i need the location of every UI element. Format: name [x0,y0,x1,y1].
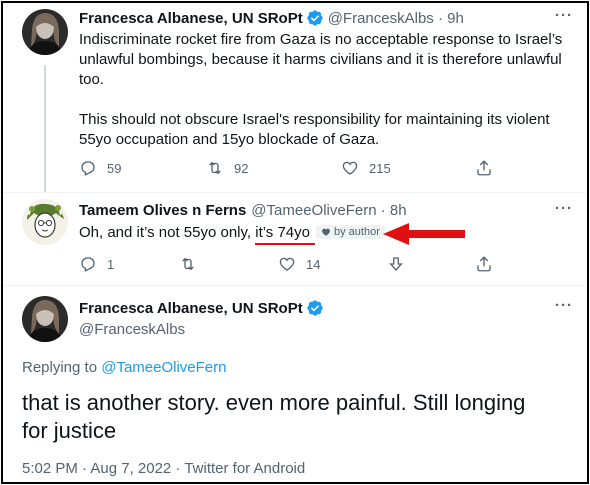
replying-to: Replying to @TameeOliveFern [22,358,227,378]
red-arrow-annotation [383,223,465,245]
tweet1-text-line-4: This should not obscure Israel's respons… [79,111,550,128]
avatar-tameem[interactable] [22,199,68,245]
like-count: 14 [306,256,321,272]
tweet2-actions: 1 14 [3,255,587,275]
tweet3-header: Francesca Albanese, UN SRoPt [79,299,328,317]
tweet3-handle[interactable]: @FranceskAlbs [79,320,185,340]
by-author-badge: by author [316,225,385,239]
more-options-icon[interactable]: ··· [555,7,573,24]
heart-icon [342,161,358,175]
avatar-francesca[interactable] [22,296,68,342]
tweet1-text-line-3: too. [79,71,105,88]
retweet-button[interactable]: 92 [206,159,248,177]
retweet-button[interactable] [179,255,207,273]
tweet1-author-name[interactable]: Francesca Albanese, UN SRoPt [79,10,303,27]
verified-badge-icon [306,9,324,27]
reply-icon [81,257,95,272]
share-button[interactable] [475,255,503,273]
avatar-francesca[interactable] [22,9,68,55]
more-options-icon[interactable]: ··· [555,200,573,217]
reply-count: 59 [107,160,122,176]
share-button[interactable] [475,159,503,177]
like-count: 215 [369,160,391,176]
tweet1-handle[interactable]: @FranceskAlbs · 9h [328,10,464,27]
share-icon [477,256,491,272]
tweet1-text-line-5: 55yo occupation and 15yo blockade of Gaz… [79,131,380,148]
tweet1-text-line-2: unlawful bombings, because it harms civi… [79,51,562,68]
downvote-button[interactable] [387,255,415,273]
tweet3-text-line-1: that is another story. even more painful… [22,390,526,415]
tweet2-author-name[interactable]: Tameem Olives n Ferns [79,202,246,219]
share-icon [477,160,491,176]
down-arrow-icon [389,257,403,272]
retweet-icon [182,257,194,271]
tweet1-header: Francesca Albanese, UN SRoPt @FranceskAl… [79,9,464,27]
tweet2-text: Oh, and it’s not 55yo only, it’s 74yo [79,223,310,243]
tweet2-text-start: Oh, and it’s not 55yo only, [79,224,256,241]
replying-to-prefix: Replying to [22,359,102,376]
reply-button[interactable]: 59 [79,159,121,177]
divider [3,192,587,193]
reply-button[interactable]: 1 [79,255,114,273]
tweet2-text-highlight: it’s 74yo [255,224,310,241]
red-underline-annotation [255,243,315,245]
tweet3-author-name[interactable]: Francesca Albanese, UN SRoPt [79,300,303,317]
reply-count: 1 [107,256,115,272]
like-button[interactable]: 215 [341,159,391,177]
tweet2-header: Tameem Olives n Ferns @TameeOliveFern · … [79,202,407,219]
screenshot-frame: Francesca Albanese, UN SRoPt @FranceskAl… [1,1,589,484]
tweet1-actions: 59 92 215 [3,159,587,179]
by-author-label: by author [334,226,380,238]
heart-icon [279,257,295,271]
more-options-icon[interactable]: ··· [555,297,573,314]
tweet1-text-line-1: Indiscriminate rocket fire from Gaza is … [79,31,563,48]
replying-to-link[interactable]: @TameeOliveFern [101,359,226,376]
retweet-icon [209,161,221,175]
verified-badge-icon [306,299,324,317]
like-button[interactable]: 14 [278,255,320,273]
tweet3-text-line-2: for justice [22,418,117,443]
tweet3-metadata[interactable]: 5:02 PM · Aug 7, 2022 · Twitter for Andr… [22,459,305,479]
tweet2-handle[interactable]: @TameeOliveFern · 8h [251,202,406,219]
divider [3,285,587,286]
heart-filled-icon [322,228,330,236]
reply-icon [81,161,95,176]
retweet-count: 92 [234,160,249,176]
